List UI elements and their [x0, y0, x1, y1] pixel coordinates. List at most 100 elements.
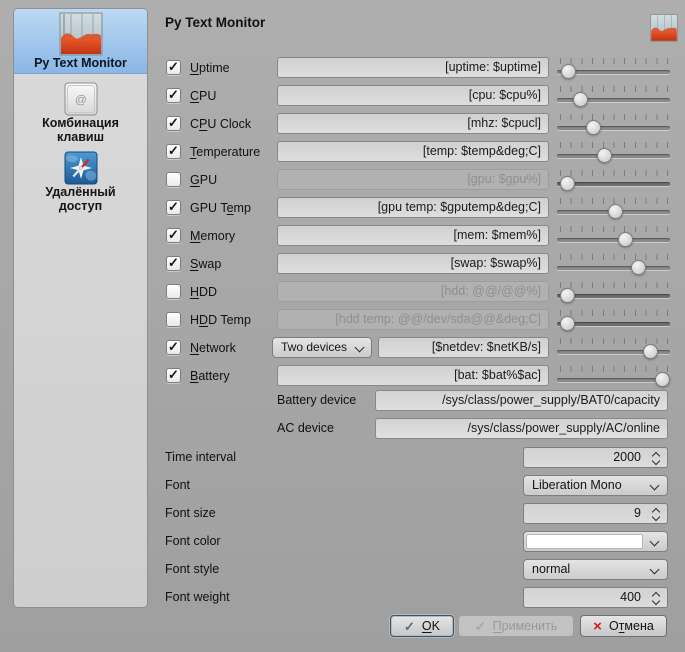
network-checkbox[interactable]: ✓ — [166, 340, 181, 355]
sidebar-item-label-line1: Комбинация — [42, 116, 119, 130]
font-color-dropdown[interactable] — [523, 531, 668, 552]
slider-ticks — [560, 58, 668, 64]
font-dropdown[interactable]: Liberation Mono — [523, 475, 668, 496]
slider-thumb[interactable] — [618, 232, 633, 247]
check-icon: ✓ — [168, 255, 179, 271]
network-devices-dropdown[interactable]: Two devices — [272, 337, 372, 358]
ok-button[interactable]: ✓ OK — [390, 615, 454, 637]
check-icon: ✓ — [168, 143, 179, 159]
slider-thumb[interactable] — [560, 176, 575, 191]
monitor-row-hdd: HDD [hdd: @@/@@%] — [165, 278, 672, 306]
swap-format-input[interactable]: [swap: $swap%] — [277, 253, 549, 274]
slider-thumb[interactable] — [597, 148, 612, 163]
gpu-checkbox[interactable] — [166, 172, 181, 187]
battery-format-input[interactable]: [bat: $bat%$ac] — [277, 365, 549, 386]
hdd-format-input[interactable]: [hdd: @@/@@%] — [277, 281, 549, 302]
slider-thumb[interactable] — [586, 120, 601, 135]
check-icon: ✓ — [168, 367, 179, 383]
cpu-clock-format-input[interactable]: [mhz: $cpucl] — [277, 113, 549, 134]
cancel-button[interactable]: × Отмена — [580, 615, 667, 637]
dialog-button-row: ✓ OK ✓ Применить × Отмена — [165, 615, 672, 639]
slider-thumb[interactable] — [643, 344, 658, 359]
uptime-checkbox[interactable]: ✓ — [166, 60, 181, 75]
cpu-checkbox[interactable]: ✓ — [166, 88, 181, 103]
network-format-input[interactable]: [$netdev: $netKB/s] — [378, 337, 549, 358]
monitor-row-battery: ✓ Battery [bat: $bat%$ac] — [165, 362, 672, 390]
slider-ticks — [560, 170, 668, 176]
font-row: Font Liberation Mono — [165, 473, 672, 501]
chevron-down-icon — [650, 537, 660, 547]
gpu-slider[interactable] — [557, 166, 670, 194]
slider-ticks — [560, 86, 668, 92]
gpu-temp-format-input[interactable]: [gpu temp: $gputemp&deg;C] — [277, 197, 549, 218]
battery-checkbox[interactable]: ✓ — [166, 368, 181, 383]
hdd-checkbox[interactable] — [166, 284, 181, 299]
font-weight-spinner[interactable]: 400 — [523, 587, 668, 608]
network-slider[interactable] — [557, 334, 670, 362]
slider-ticks — [560, 366, 668, 372]
font-weight-label: Font weight — [165, 585, 230, 610]
uptime-format-input[interactable]: [uptime: $uptime] — [277, 57, 549, 78]
uptime-slider[interactable] — [557, 54, 670, 82]
slider-thumb[interactable] — [608, 204, 623, 219]
sidebar: Py Text Monitor @ Комбинация клавиш — [13, 8, 148, 608]
battery-device-label: Battery device — [277, 388, 356, 413]
battery-device-row: Battery device /sys/class/power_supply/B… — [165, 388, 672, 416]
font-size-spinner[interactable]: 9 — [523, 503, 668, 524]
hdd-temp-format-input[interactable]: [hdd temp: @@/dev/sda@@&deg;C] — [277, 309, 549, 330]
monitor-row-hdd-temp: HDD Temp [hdd temp: @@/dev/sda@@&deg;C] — [165, 306, 672, 334]
font-style-dropdown[interactable]: normal — [523, 559, 668, 580]
swap-slider[interactable] — [557, 250, 670, 278]
time-interval-row: Time interval 2000 — [165, 445, 672, 473]
battery-slider[interactable] — [557, 362, 670, 390]
cpu-clock-checkbox[interactable]: ✓ — [166, 116, 181, 131]
slider-ticks — [560, 338, 668, 344]
temperature-slider[interactable] — [557, 138, 670, 166]
sidebar-item-remote-access[interactable]: Удалённый доступ — [14, 151, 147, 213]
cpu-format-input[interactable]: [cpu: $cpu%] — [277, 85, 549, 106]
cpu-clock-label: CPU Clock — [190, 110, 251, 138]
memory-format-input[interactable]: [mem: $mem%] — [277, 225, 549, 246]
slider-ticks — [560, 254, 668, 260]
slider-track — [557, 378, 670, 382]
sidebar-item-label-line1: Удалённый — [45, 185, 115, 199]
slider-track — [557, 154, 670, 158]
check-icon: ✓ — [168, 199, 179, 215]
check-icon: ✓ — [168, 59, 179, 75]
swap-checkbox[interactable]: ✓ — [166, 256, 181, 271]
temperature-label: Temperature — [190, 138, 260, 166]
check-icon: ✓ — [168, 87, 179, 103]
time-interval-spinner[interactable]: 2000 — [523, 447, 668, 468]
cpu-clock-slider[interactable] — [557, 110, 670, 138]
memory-checkbox[interactable]: ✓ — [166, 228, 181, 243]
cpu-slider[interactable] — [557, 82, 670, 110]
monitor-row-temperature: ✓ Temperature [temp: $temp&deg;C] — [165, 138, 672, 166]
gpu-format-input[interactable]: [gpu: $gpu%] — [277, 169, 549, 190]
slider-track — [557, 266, 670, 270]
slider-thumb[interactable] — [573, 92, 588, 107]
slider-ticks — [560, 142, 668, 148]
temperature-checkbox[interactable]: ✓ — [166, 144, 181, 159]
apply-button[interactable]: ✓ Применить — [458, 615, 574, 637]
temperature-format-input[interactable]: [temp: $temp&deg;C] — [277, 141, 549, 162]
hdd-temp-slider[interactable] — [557, 306, 670, 334]
check-icon: ✓ — [168, 227, 179, 243]
memory-label: Memory — [190, 222, 235, 250]
hdd-temp-checkbox[interactable] — [166, 312, 181, 327]
gpu-temp-checkbox[interactable]: ✓ — [166, 200, 181, 215]
slider-thumb[interactable] — [561, 64, 576, 79]
memory-slider[interactable] — [557, 222, 670, 250]
check-icon: ✓ — [168, 115, 179, 131]
hdd-slider[interactable] — [557, 278, 670, 306]
slider-thumb[interactable] — [631, 260, 646, 275]
slider-thumb[interactable] — [655, 372, 670, 387]
monitor-row-swap: ✓ Swap [swap: $swap%] — [165, 250, 672, 278]
gpu-temp-slider[interactable] — [557, 194, 670, 222]
sidebar-item-py-text-monitor[interactable]: Py Text Monitor — [14, 9, 147, 74]
font-style-row: Font style normal — [165, 557, 672, 585]
battery-device-input[interactable]: /sys/class/power_supply/BAT0/capacity — [375, 390, 668, 411]
slider-thumb[interactable] — [560, 316, 575, 331]
slider-thumb[interactable] — [560, 288, 575, 303]
sidebar-item-keyboard-shortcuts[interactable]: @ Комбинация клавиш — [14, 82, 147, 144]
ac-device-input[interactable]: /sys/class/power_supply/AC/online — [375, 418, 668, 439]
